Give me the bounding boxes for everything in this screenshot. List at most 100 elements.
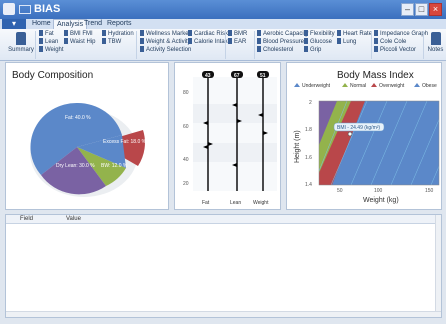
tab-trend[interactable]: Trend bbox=[84, 19, 102, 29]
glucose-icon bbox=[304, 38, 308, 44]
calorie-icon bbox=[188, 38, 192, 44]
cholesterol-icon bbox=[257, 46, 261, 52]
bmi-y-tick: 1.6 bbox=[305, 155, 312, 161]
tab-reports[interactable]: Reports bbox=[107, 19, 132, 29]
bmi-icon bbox=[64, 30, 68, 36]
bmi-panel: Body Mass Index Underweight Normal Overw… bbox=[286, 62, 442, 210]
ribbon-ear[interactable]: EAR bbox=[228, 38, 246, 46]
bmr-icon bbox=[228, 30, 232, 36]
tab-home[interactable]: Home bbox=[32, 19, 51, 29]
bmi-x-axis-label: Weight (kg) bbox=[363, 197, 399, 204]
title-bar: BIAS – □ × bbox=[0, 0, 446, 19]
cole-cole-icon bbox=[374, 38, 378, 44]
vertical-scrollbar[interactable] bbox=[435, 215, 441, 317]
lung-icon bbox=[337, 38, 341, 44]
bmi-x-tick: 150 bbox=[425, 188, 434, 194]
ribbon-bmr[interactable]: BMR bbox=[228, 30, 247, 38]
ribbon-activity-selection[interactable]: Activity Selection bbox=[140, 46, 191, 54]
ribbon-lean[interactable]: Lean bbox=[39, 38, 58, 46]
bmi-y-tick: 2 bbox=[309, 100, 312, 106]
lean-icon bbox=[39, 38, 43, 44]
marker-chart: 80 60 40 20 43 67 51 Fat Lean Weight bbox=[183, 71, 277, 206]
bmi-x-tick: 50 bbox=[337, 188, 343, 194]
notes-label: Notes bbox=[427, 47, 444, 53]
ribbon-separator bbox=[225, 31, 226, 59]
quick-access-icon[interactable] bbox=[19, 5, 31, 14]
badge-fat-value: 43 bbox=[205, 73, 211, 79]
ribbon-cole-cole[interactable]: Cole Cole bbox=[374, 38, 406, 46]
tbw-icon bbox=[102, 38, 106, 44]
weight-icon bbox=[39, 46, 43, 52]
ribbon-bmi-fmi[interactable]: BMI FMI bbox=[64, 30, 93, 38]
blood-pressure-icon bbox=[257, 38, 261, 44]
bmi-y-tick: 1.8 bbox=[305, 127, 312, 133]
flexibility-icon bbox=[304, 30, 308, 36]
column-value[interactable]: Value bbox=[66, 216, 81, 222]
horizontal-scrollbar[interactable] bbox=[6, 311, 441, 317]
field-value-panel: Field Value bbox=[5, 214, 442, 318]
column-field[interactable]: Field bbox=[20, 216, 33, 222]
ribbon-glucose[interactable]: Glucose bbox=[304, 38, 332, 46]
pie-label-excess-fat: Excess Fat: 18.0 % bbox=[103, 139, 147, 145]
badge-weight-value: 51 bbox=[260, 73, 266, 79]
legend-overweight-icon bbox=[371, 83, 377, 87]
y-tick-label: 40 bbox=[183, 157, 189, 163]
bmi-annotation: BMI - 24.49 (kg/m²) bbox=[337, 125, 380, 131]
fat-icon bbox=[39, 30, 43, 36]
legend-normal-icon bbox=[342, 83, 348, 87]
ribbon-flexibility[interactable]: Flexibility bbox=[304, 30, 335, 38]
summary-button[interactable]: Summary bbox=[8, 32, 34, 53]
bmi-y-tick: 1.4 bbox=[305, 182, 312, 188]
app-window: BIAS – □ × ▾ Home Analysis Trend Reports… bbox=[0, 0, 446, 324]
ribbon-heart-rate[interactable]: Heart Rate bbox=[337, 30, 372, 38]
y-tick-label: 20 bbox=[183, 181, 189, 187]
ribbon-weight-activity[interactable]: Weight & Activity bbox=[140, 38, 191, 46]
legend-obese-icon bbox=[414, 83, 420, 87]
ribbon-impedance-graph[interactable]: Impedance Graph bbox=[374, 30, 428, 38]
ribbon-piccoli-vector[interactable]: Piccoli Vector bbox=[374, 46, 416, 54]
ribbon-tbw[interactable]: TBW bbox=[102, 38, 121, 46]
legend-overweight: Overweight bbox=[379, 83, 405, 89]
ribbon-separator bbox=[423, 31, 424, 59]
heart-icon bbox=[188, 30, 192, 36]
y-tick-label: 80 bbox=[183, 90, 189, 96]
wellness-icon bbox=[140, 30, 144, 36]
ribbon-separator bbox=[371, 31, 372, 59]
impedance-icon bbox=[374, 30, 378, 36]
ribbon-cholesterol[interactable]: Cholesterol bbox=[257, 46, 293, 54]
ribbon-waist-hip[interactable]: Waist Hip bbox=[64, 38, 95, 46]
ribbon-grip[interactable]: Grip bbox=[304, 46, 321, 54]
tab-analysis[interactable]: Analysis bbox=[53, 19, 88, 29]
pie-label-dry-lean: Dry Lean: 30.0 % bbox=[56, 163, 95, 169]
file-menu-button[interactable]: ▾ bbox=[2, 19, 26, 29]
marker-band bbox=[193, 143, 277, 162]
ribbon-wellness-marker[interactable]: Wellness Marker bbox=[140, 30, 191, 38]
notes-icon bbox=[430, 32, 441, 45]
legend-underweight: Underweight bbox=[302, 83, 331, 89]
legend-normal: Normal bbox=[350, 83, 366, 89]
notes-button[interactable]: Notes bbox=[425, 32, 446, 53]
app-logo-icon[interactable] bbox=[3, 3, 15, 15]
pie-chart: Fat: 40.0 % Excess Fat: 18.0 % BW: 12.0 … bbox=[30, 102, 147, 197]
ribbon-aerobic-capacity[interactable]: Aerobic Capacity bbox=[257, 30, 308, 38]
marker-band bbox=[193, 104, 277, 123]
bmi-plot-area bbox=[319, 101, 439, 185]
vector-icon bbox=[374, 46, 378, 52]
marker-chart-panel: 80 60 40 20 43 67 51 Fat Lean Weight bbox=[174, 62, 281, 210]
legend-underweight-icon bbox=[294, 83, 300, 87]
ribbon-cardiac-risk[interactable]: Cardiac Risk bbox=[188, 30, 228, 38]
ribbon-lung[interactable]: Lung bbox=[337, 38, 356, 46]
bmi-point[interactable] bbox=[347, 131, 353, 137]
ribbon-blood-pressure[interactable]: Blood Pressure bbox=[257, 38, 304, 46]
ribbon-weight[interactable]: Weight bbox=[39, 46, 64, 54]
minimize-button[interactable]: – bbox=[401, 3, 414, 16]
waist-hip-icon bbox=[64, 38, 68, 44]
activity-icon bbox=[140, 38, 144, 44]
maximize-button[interactable]: □ bbox=[415, 3, 428, 16]
ribbon-hydration[interactable]: Hydration bbox=[102, 30, 134, 38]
close-button[interactable]: × bbox=[429, 3, 442, 16]
body-composition-panel: Body Composition Fat: 40.0 % Excess Fat:… bbox=[5, 62, 169, 210]
grip-icon bbox=[304, 46, 308, 52]
x-label-weight: Weight bbox=[253, 200, 269, 206]
ribbon-fat[interactable]: Fat bbox=[39, 30, 54, 38]
